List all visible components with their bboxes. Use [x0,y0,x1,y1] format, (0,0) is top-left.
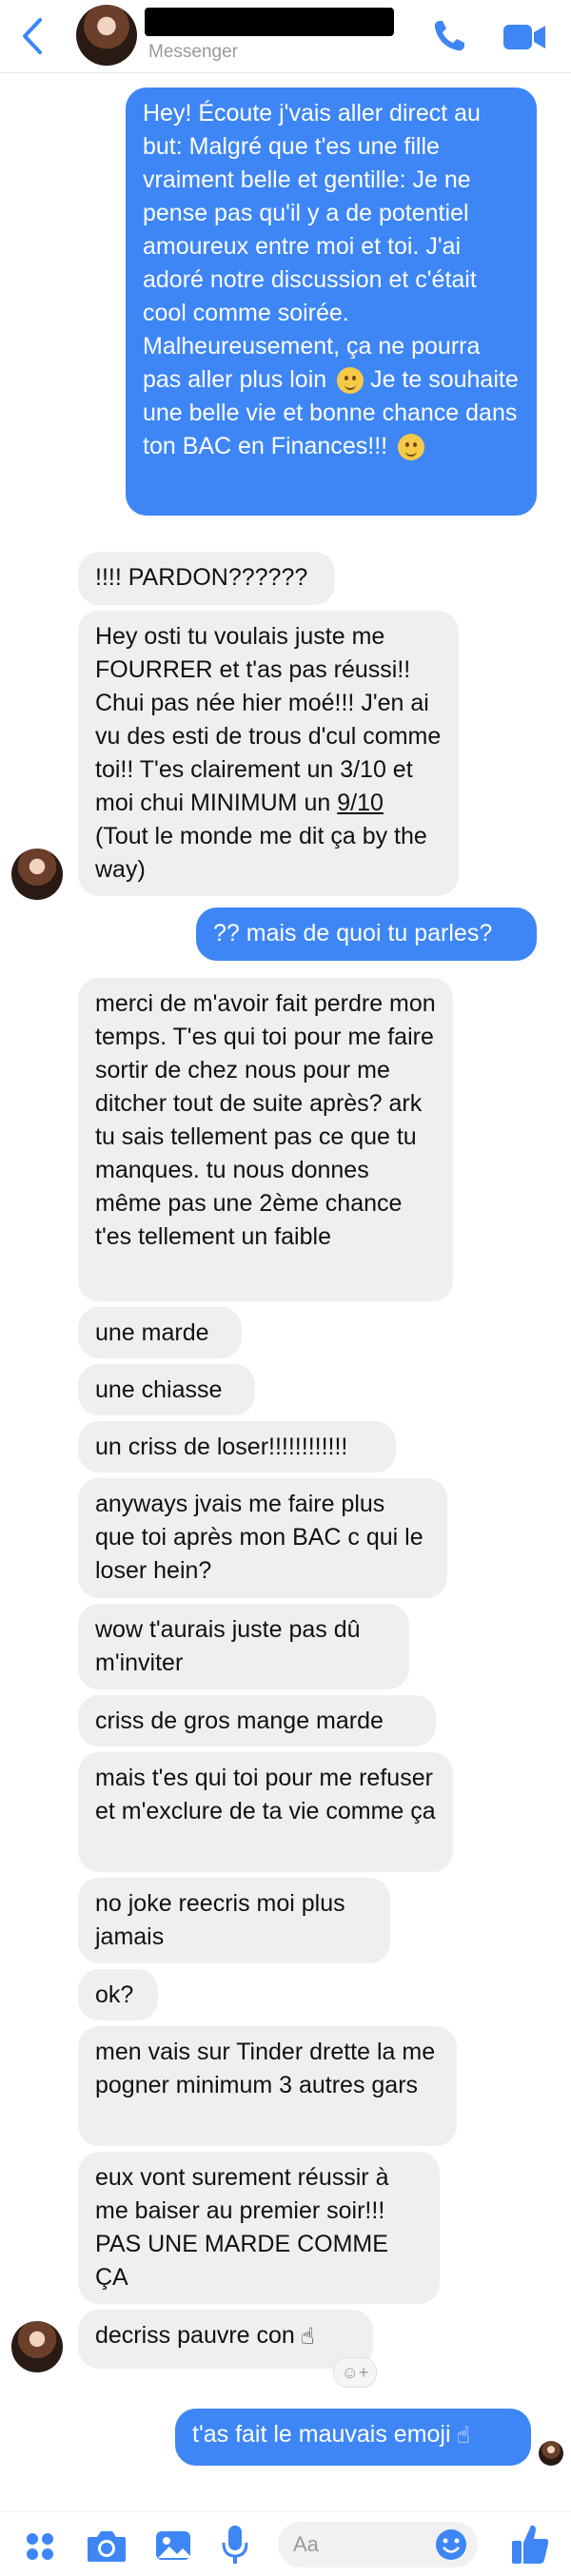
message-text: !!!! PARDON?????? [95,564,308,591]
message-text: decriss pauvre con [95,2322,295,2349]
composer-bar [0,2511,571,2576]
video-icon[interactable] [502,21,546,53]
message-text: criss de gros mange marde [95,1708,384,1734]
message-incoming[interactable]: men vais sur Tinder drette la me pogner … [78,2026,457,2146]
apps-icon[interactable] [25,2531,55,2562]
message-incoming[interactable]: un criss de loser!!!!!!!!!!!! [78,1421,396,1473]
message-incoming[interactable]: merci de m'avoir fait perdre mon temps. … [78,978,453,1301]
message-text: (Tout le monde me dit ça by the way) [95,823,427,883]
message-text: eux vont surement réussir à me baiser au… [95,2164,389,2291]
contact-avatar-small[interactable] [11,849,63,900]
message-text: Hey! Écoute j'vais aller direct au but: … [143,100,481,393]
message-text: un criss de loser!!!!!!!!!!!! [95,1434,348,1460]
redacted-contact-name [145,8,394,36]
message-incoming[interactable]: criss de gros mange marde [78,1695,436,1747]
message-incoming[interactable]: Hey osti tu voulais juste me FOURRER et … [78,611,459,896]
message-incoming[interactable]: !!!! PARDON?????? [78,552,335,605]
emoji-icon[interactable] [434,2527,468,2562]
message-text: men vais sur Tinder drette la me pogner … [95,2039,436,2098]
message-text: mais t'es qui toi pour me refuser et m'e… [95,1765,436,1825]
message-outgoing[interactable]: ?? mais de quoi tu parles? [196,907,537,961]
pointing-up-emoji: ☝ [456,2422,471,2449]
message-text: merci de m'avoir fait perdre mon temps. … [95,990,436,1250]
smile-emoji [398,434,425,461]
message-text: no joke reecris moi plus jamais [95,1890,345,1950]
message-text: ok? [95,1981,134,2008]
add-reaction-icon[interactable]: ☺+ [333,2357,377,2388]
message-incoming[interactable]: une marde [78,1307,242,1358]
contact-avatar[interactable] [76,5,137,66]
message-incoming[interactable]: une chiasse [78,1364,255,1415]
message-text: une chiasse [95,1376,223,1403]
message-incoming[interactable]: wow t'aurais juste pas dû m'inviter [78,1604,409,1689]
message-text: ?? mais de quoi tu parles? [213,920,493,946]
contact-avatar-small[interactable] [11,2321,63,2372]
message-text: wow t'aurais juste pas dû m'inviter [95,1616,361,1676]
message-text: 9/10 [337,790,384,816]
message-incoming[interactable]: mais t'es qui toi pour me refuser et m'e… [78,1752,453,1872]
middle-finger-emoji: ☝ [300,2323,315,2350]
message-text: anyways jvais me faire plus que toi aprè… [95,1491,423,1584]
message-incoming[interactable]: ok? [78,1969,158,2020]
message-text: t'as fait le mauvais emoji [192,2421,451,2448]
camera-icon[interactable] [86,2527,128,2564]
like-icon[interactable] [510,2522,550,2566]
read-receipt-avatar [539,2441,563,2466]
message-outgoing[interactable]: Hey! Écoute j'vais aller direct au but: … [126,88,537,516]
back-icon[interactable] [19,17,44,55]
message-text: Hey osti tu voulais juste me FOURRER et … [95,623,442,816]
mic-icon[interactable] [221,2524,249,2566]
smile-emoji [337,367,364,395]
message-outgoing[interactable]: t'as fait le mauvais emoji ☝ [175,2409,531,2466]
message-text: une marde [95,1319,209,1346]
message-incoming[interactable]: no joke reecris moi plus jamais [78,1878,390,1963]
chat-header: Messenger [0,0,571,73]
phone-icon[interactable] [430,17,468,55]
header-subtitle: Messenger [148,42,238,62]
gallery-icon[interactable] [154,2527,192,2564]
message-incoming[interactable]: eux vont surement réussir à me baiser au… [78,2152,440,2304]
message-incoming[interactable]: anyways jvais me faire plus que toi aprè… [78,1478,447,1598]
message-incoming[interactable]: decriss pauvre con ☝ [78,2310,373,2369]
